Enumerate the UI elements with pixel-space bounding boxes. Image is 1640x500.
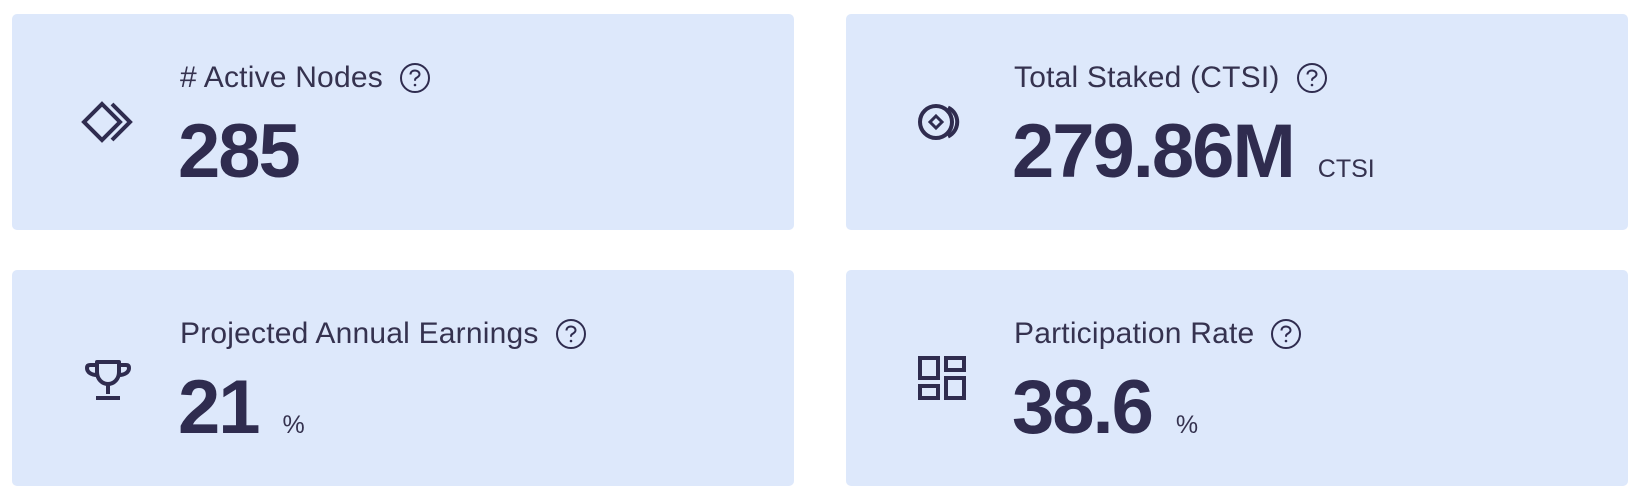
stat-label: Total Staked (CTSI) [1014,61,1280,94]
trophy-icon [80,350,136,406]
help-icon[interactable] [555,318,587,350]
help-icon[interactable] [1270,318,1302,350]
help-icon[interactable] [1296,62,1328,94]
dashboard-grid-icon [914,350,970,406]
stat-value: 285 [178,109,301,194]
stats-grid: # Active Nodes 285 Total Staked (CTSI) 2… [0,0,1640,500]
diamond-chevron-icon [80,94,136,150]
stat-unit: % [282,411,305,439]
stat-label: Participation Rate [1014,317,1255,350]
stat-value: 38.6 [1012,365,1154,450]
stat-label: # Active Nodes [180,61,383,94]
stat-card-total-staked: Total Staked (CTSI) 279.86M CTSI [846,14,1628,230]
stat-value: 279.86M [1012,109,1296,194]
stat-label: Projected Annual Earnings [180,317,539,350]
stat-card-participation-rate: Participation Rate 38.6 % [846,270,1628,486]
stat-unit: % [1175,411,1199,439]
stat-card-projected-earnings: Projected Annual Earnings 21 % [12,270,794,486]
stat-value: 21 [178,365,261,450]
stat-unit: CTSI [1317,155,1375,183]
stat-card-active-nodes: # Active Nodes 285 [12,14,794,230]
help-icon[interactable] [399,62,431,94]
coin-stack-icon [914,94,970,150]
